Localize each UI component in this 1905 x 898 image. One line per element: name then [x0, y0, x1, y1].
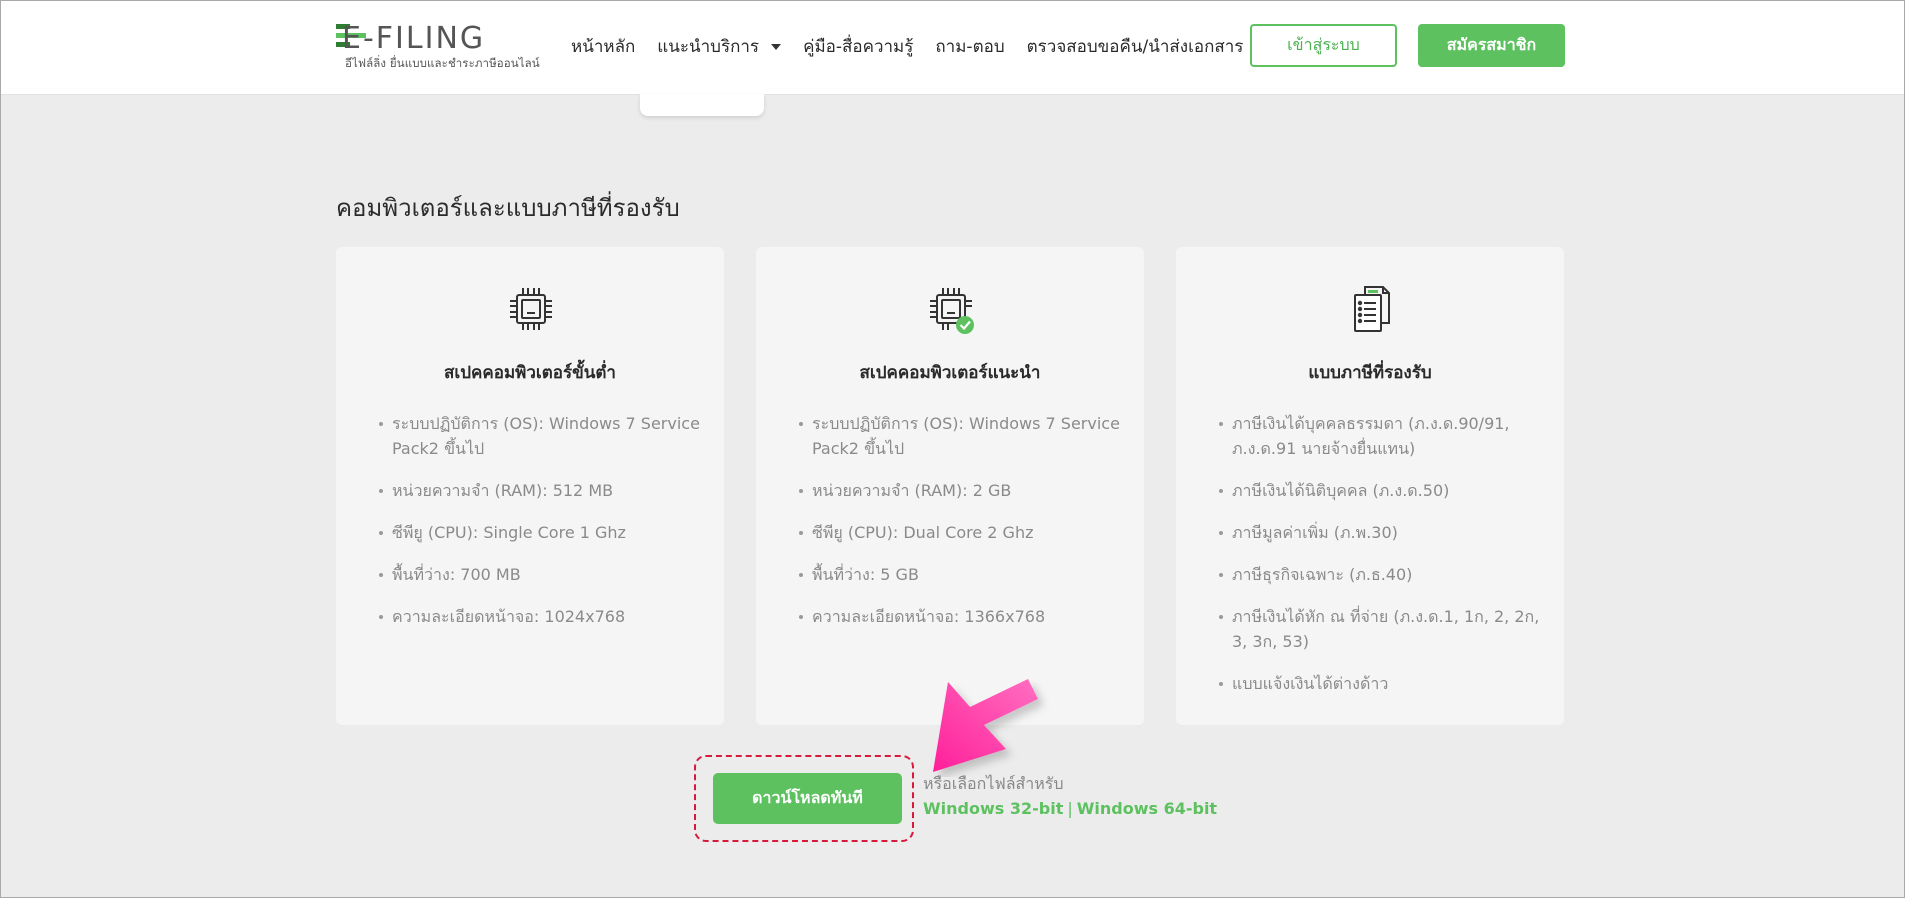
logo-tagline: อีไฟล์ลิ่ง ยื่นแบบและชำระภาษีออนไลน์: [345, 56, 540, 70]
nav-refund-check-label: ตรวจสอบขอคืน/นำส่งเอกสาร: [1026, 37, 1244, 57]
download-now-button[interactable]: ดาวน์โหลดทันที: [713, 773, 902, 824]
nav-manuals-label: คู่มือ-สื่อความรู้: [803, 37, 914, 57]
list-item: ภาษีเงินได้นิติบุคคล (ภ.ง.ด.50): [1219, 478, 1544, 503]
cpu-check-icon: [930, 288, 974, 334]
min-spec-card: สเปคคอมพิวเตอร์ขั้นต่ำ ระบบปฏิบัติการ (O…: [336, 247, 724, 725]
nav-manuals[interactable]: คู่มือ-สื่อความรู้: [803, 33, 913, 60]
main-nav: หน้าหลัก แนะนำบริการ คู่มือ-สื่อความรู้ …: [571, 33, 1265, 60]
nav-services[interactable]: แนะนำบริการ: [657, 33, 782, 60]
card-title: แบบภาษีที่รองรับ: [1308, 363, 1432, 383]
site-header: E-FILING อีไฟล์ลิ่ง ยื่นแบบและชำระภาษีออ…: [0, 0, 1905, 95]
list-item: แบบแจ้งเงินได้ต่างด้าว: [1219, 671, 1544, 696]
list-item: หน่วยความจำ (RAM): 512 MB: [379, 478, 704, 503]
list-item: ความละเอียดหน้าจอ: 1024x768: [379, 604, 704, 629]
list-item: หน่วยความจำ (RAM): 2 GB: [799, 478, 1124, 503]
nav-home[interactable]: หน้าหลัก: [571, 33, 635, 60]
list-item: ภาษีเงินได้บุคคลธรรมดา (ภ.ง.ด.90/91, ภ.ง…: [1219, 411, 1544, 461]
windows-64bit-link[interactable]: Windows 64-bit: [1077, 799, 1217, 818]
download-links: Windows 32-bit | Windows 64-bit: [923, 799, 1217, 818]
list-item: ภาษีธุรกิจเฉพาะ (ภ.ธ.40): [1219, 562, 1544, 587]
nav-faq[interactable]: ถาม-ตอบ: [935, 33, 1004, 60]
list-item: ภาษีมูลค่าเพิ่ม (ภ.พ.30): [1219, 520, 1544, 545]
list-item: ภาษีเงินได้หัก ณ ที่จ่าย (ภ.ง.ด.1, 1ก, 2…: [1219, 604, 1544, 654]
link-separator: |: [1067, 799, 1073, 818]
nav-services-label: แนะนำบริการ: [657, 37, 760, 57]
list-item: ซีพียู (CPU): Single Core 1 Ghz: [379, 520, 704, 545]
tax-document-icon: [1354, 286, 1390, 332]
list-item: ความละเอียดหน้าจอ: 1366x768: [799, 604, 1124, 629]
windows-32bit-link[interactable]: Windows 32-bit: [923, 799, 1063, 818]
svg-text:E-FILING: E-FILING: [342, 21, 485, 56]
tax-form-list: ภาษีเงินได้บุคคลธรรมดา (ภ.ง.ด.90/91, ภ.ง…: [1219, 411, 1544, 713]
card-title: สเปคคอมพิวเตอร์แนะนำ: [859, 363, 1041, 383]
supported-tax-forms-card: แบบภาษีที่รองรับ ภาษีเงินได้บุคคลธรรมดา …: [1176, 247, 1564, 725]
list-item: พื้นที่ว่าง: 5 GB: [799, 562, 1124, 587]
card-title: สเปคคอมพิวเตอร์ขั้นต่ำ: [444, 363, 616, 383]
nav-faq-label: ถาม-ตอบ: [935, 37, 1005, 57]
nav-refund-check[interactable]: ตรวจสอบขอคืน/นำส่งเอกสาร: [1027, 33, 1244, 60]
list-item: พื้นที่ว่าง: 700 MB: [379, 562, 704, 587]
spec-list: ระบบปฏิบัติการ (OS): Windows 7 Service P…: [379, 411, 704, 646]
login-button[interactable]: เข้าสู่ระบบ: [1250, 24, 1397, 67]
register-button[interactable]: สมัครสมาชิก: [1418, 24, 1565, 67]
dropdown-tab: [640, 94, 764, 116]
chevron-down-icon: [771, 43, 782, 50]
pointer-arrow-icon: [933, 679, 1038, 772]
spec-list: ระบบปฏิบัติการ (OS): Windows 7 Service P…: [799, 411, 1124, 646]
list-item: ระบบปฏิบัติการ (OS): Windows 7 Service P…: [379, 411, 704, 461]
cpu-icon: [510, 288, 552, 330]
nav-home-label: หน้าหลัก: [571, 37, 636, 57]
section-title: คอมพิวเตอร์และแบบภาษีที่รองรับ: [336, 194, 680, 222]
recommended-spec-card: สเปคคอมพิวเตอร์แนะนำ ระบบปฏิบัติการ (OS)…: [756, 247, 1144, 725]
list-item: ระบบปฏิบัติการ (OS): Windows 7 Service P…: [799, 411, 1124, 461]
list-item: ซีพียู (CPU): Dual Core 2 Ghz: [799, 520, 1124, 545]
